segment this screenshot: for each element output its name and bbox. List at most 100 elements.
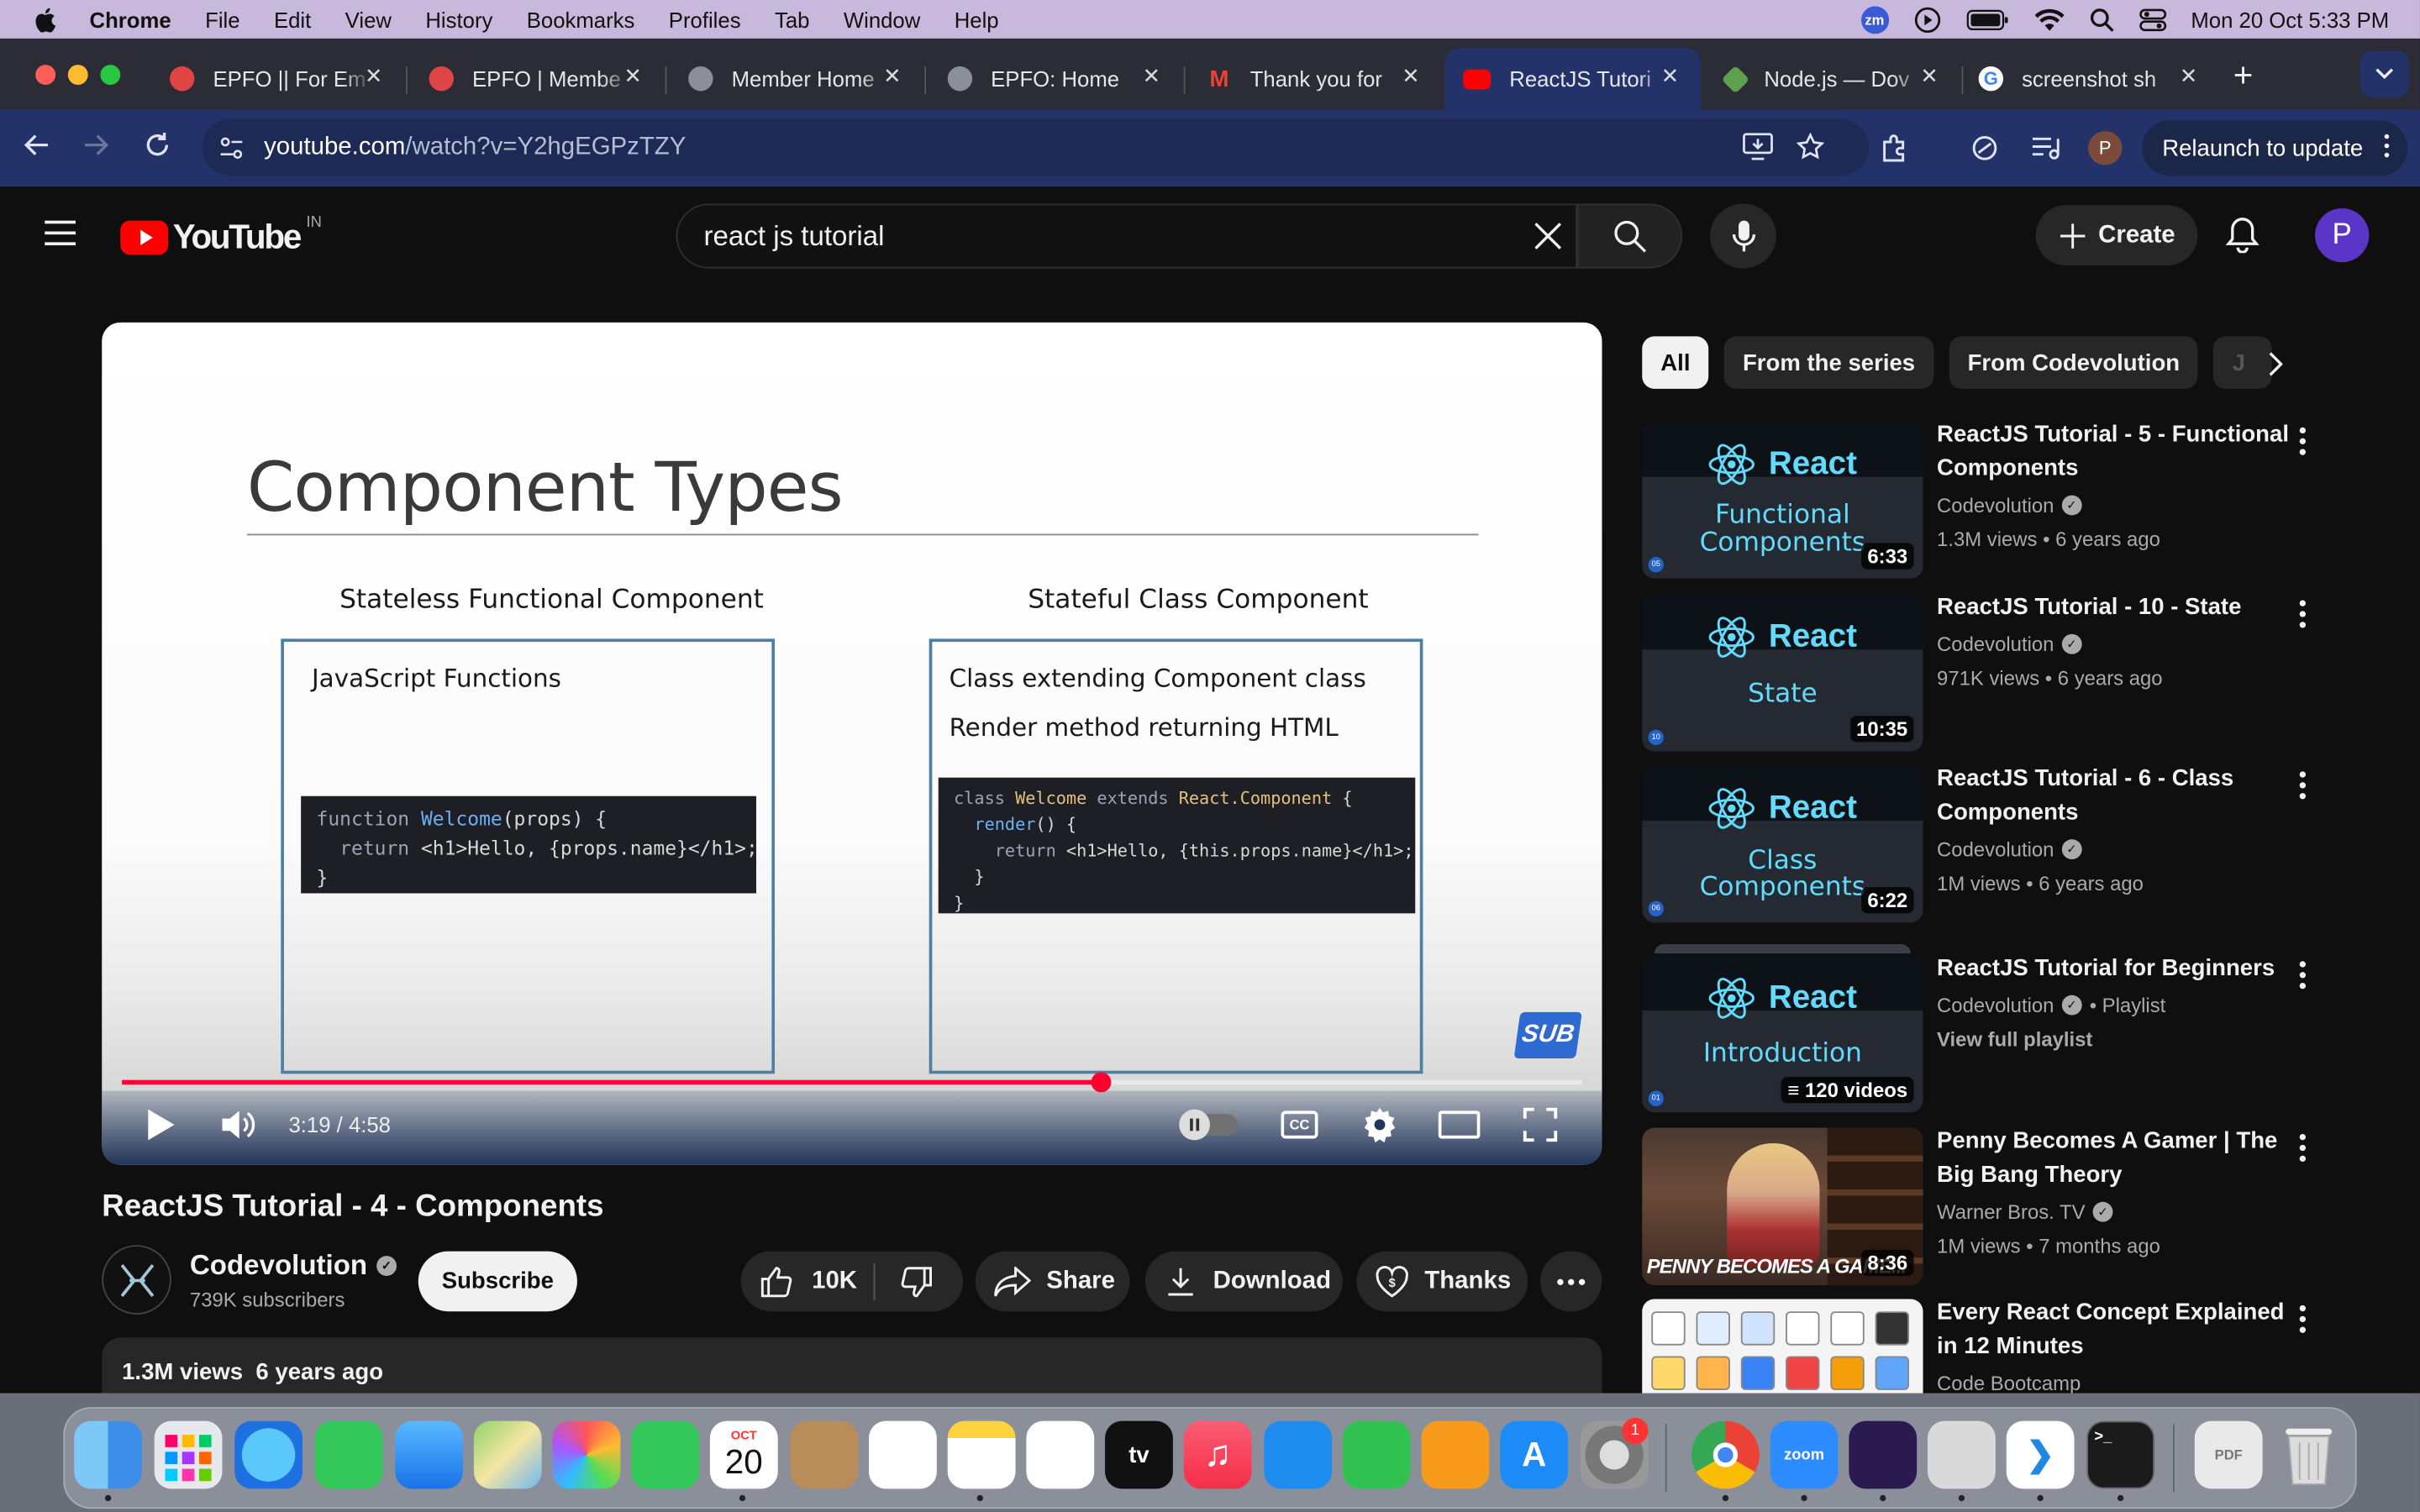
pdf-document-icon[interactable]: PDF bbox=[2194, 1420, 2263, 1489]
spotlight-search-icon[interactable] bbox=[2089, 7, 2113, 31]
autoplay-toggle[interactable] bbox=[1179, 1109, 1239, 1141]
settings-gear-icon[interactable] bbox=[1361, 1106, 1398, 1143]
menu-window[interactable]: Window bbox=[844, 7, 920, 31]
apple-icon[interactable] bbox=[34, 7, 56, 32]
notes-icon[interactable] bbox=[947, 1420, 1016, 1489]
subscribe-watermark[interactable]: SUB bbox=[1513, 1011, 1582, 1058]
close-tab-icon[interactable]: ✕ bbox=[883, 63, 902, 89]
chip-more[interactable]: J bbox=[2213, 336, 2273, 389]
video-thumbnail[interactable]: React State 10 10:35 bbox=[1642, 594, 1923, 752]
more-vert-icon[interactable] bbox=[2291, 427, 2315, 455]
create-button[interactable]: Create bbox=[2035, 205, 2198, 265]
channel-avatar[interactable] bbox=[102, 1245, 171, 1315]
tab-search-button[interactable] bbox=[2360, 50, 2410, 97]
battery-icon[interactable] bbox=[1965, 8, 2008, 30]
close-tab-icon[interactable]: ✕ bbox=[1661, 63, 1680, 89]
search-input[interactable] bbox=[703, 219, 1507, 253]
zoom-app-icon[interactable]: zoom bbox=[1770, 1420, 1839, 1489]
progress-bar[interactable] bbox=[122, 1072, 1582, 1093]
search-button[interactable] bbox=[1577, 203, 1683, 269]
trash-icon[interactable] bbox=[2275, 1421, 2343, 1489]
browser-tab[interactable]: Member Home ✕ bbox=[666, 48, 923, 109]
facetime-icon[interactable] bbox=[631, 1420, 700, 1489]
related-video-item[interactable]: React Functional Components 05 6:33 Reac… bbox=[1642, 421, 2383, 579]
close-tab-icon[interactable]: ✕ bbox=[1402, 63, 1420, 89]
extension-icon[interactable] bbox=[1970, 134, 1998, 162]
menu-profiles[interactable]: Profiles bbox=[669, 7, 741, 31]
more-vert-icon[interactable] bbox=[2291, 771, 2315, 800]
related-playlist-title[interactable]: ReactJS Tutorial for Beginners bbox=[1937, 952, 2291, 985]
menu-history[interactable]: History bbox=[425, 7, 492, 31]
browser-tab[interactable]: G screenshot sh ✕ bbox=[1963, 48, 2219, 109]
preview-icon[interactable] bbox=[1928, 1420, 1996, 1489]
launchpad-icon[interactable] bbox=[154, 1420, 223, 1489]
new-tab-icon[interactable]: + bbox=[2233, 55, 2254, 96]
window-zoom-button[interactable] bbox=[100, 65, 121, 86]
like-button[interactable]: 10K bbox=[741, 1252, 874, 1312]
address-bar[interactable]: youtube.com/watch?v=Y2hgEGPzTZY bbox=[202, 118, 1870, 176]
related-video-item[interactable]: PENNY BECOMES A GAME... 8:36 Penny Becom… bbox=[1642, 1125, 2383, 1285]
related-video-item[interactable]: React State 10 10:35 ReactJS Tutorial - … bbox=[1642, 591, 2383, 752]
forward-arrow-icon[interactable] bbox=[82, 131, 109, 159]
video-thumbnail[interactable]: React Class Components 06 6:22 bbox=[1642, 765, 1923, 923]
calendar-icon[interactable]: OCT 20 bbox=[709, 1420, 778, 1489]
close-tab-icon[interactable]: ✕ bbox=[624, 63, 643, 89]
subscribe-button[interactable]: Subscribe bbox=[418, 1251, 577, 1312]
chip-from-the-series[interactable]: From the series bbox=[1723, 336, 1934, 389]
more-actions-button[interactable] bbox=[1540, 1251, 1602, 1312]
play-icon[interactable] bbox=[145, 1108, 176, 1142]
channel-name-text[interactable]: Codevolution bbox=[190, 1250, 367, 1283]
volume-icon[interactable] bbox=[221, 1108, 258, 1142]
browser-tab-active[interactable]: ReactJS Tutori ✕ bbox=[1444, 47, 1702, 110]
related-video-channel[interactable]: Codevolution ✓ bbox=[1937, 494, 2082, 517]
app-store-icon[interactable]: A bbox=[1500, 1420, 1569, 1489]
more-vert-icon[interactable] bbox=[2291, 1133, 2315, 1163]
menubar-app-name[interactable]: Chrome bbox=[90, 7, 171, 31]
share-button[interactable]: Share bbox=[975, 1251, 1130, 1312]
reminders-icon[interactable] bbox=[869, 1420, 937, 1489]
related-video-title[interactable]: Every React Concept Explained in 12 Minu… bbox=[1937, 1296, 2291, 1364]
obsidian-icon[interactable] bbox=[1849, 1420, 1918, 1489]
music-icon[interactable]: ♫ bbox=[1183, 1420, 1252, 1489]
menu-view[interactable]: View bbox=[345, 7, 392, 31]
menu-help[interactable]: Help bbox=[955, 7, 999, 31]
relaunch-to-update-button[interactable]: Relaunch to update bbox=[2142, 120, 2408, 176]
thanks-button[interactable]: $ Thanks bbox=[1356, 1251, 1528, 1312]
menu-bookmarks[interactable]: Bookmarks bbox=[527, 7, 635, 31]
photos-icon[interactable] bbox=[552, 1420, 621, 1489]
related-video-channel[interactable]: Codevolution ✓ bbox=[1937, 633, 2082, 656]
related-video-title[interactable]: Penny Becomes A Gamer | The Big Bang The… bbox=[1937, 1125, 2291, 1193]
maps-icon[interactable] bbox=[473, 1420, 542, 1489]
close-tab-icon[interactable]: ✕ bbox=[1143, 63, 1161, 89]
dislike-button[interactable] bbox=[875, 1252, 934, 1312]
related-video-title[interactable]: ReactJS Tutorial - 10 - State bbox=[1937, 591, 2291, 624]
keynote-icon[interactable] bbox=[1264, 1420, 1333, 1489]
related-video-channel[interactable]: Code Bootcamp bbox=[1937, 1372, 2081, 1395]
related-video-channel[interactable]: Codevolution ✓ bbox=[1937, 837, 2082, 861]
menubar-clock[interactable]: Mon 20 Oct 5:33 PM bbox=[2191, 7, 2389, 31]
mail-icon[interactable] bbox=[395, 1420, 464, 1489]
clear-search-icon[interactable] bbox=[1533, 221, 1564, 252]
browser-tab[interactable]: M Thank you for ✕ bbox=[1186, 48, 1442, 109]
reload-icon[interactable] bbox=[144, 131, 171, 159]
wifi-icon[interactable] bbox=[2033, 7, 2065, 31]
fullscreen-icon[interactable] bbox=[1523, 1107, 1558, 1142]
more-vert-icon[interactable] bbox=[2291, 600, 2315, 628]
finder-icon[interactable] bbox=[74, 1420, 142, 1489]
browser-tab[interactable]: Node.js — Dov ✕ bbox=[1704, 48, 1960, 109]
browser-tab[interactable]: EPFO || For Em ✕ bbox=[148, 48, 404, 109]
more-vert-icon[interactable] bbox=[2291, 961, 2315, 990]
related-video-title[interactable]: ReactJS Tutorial - 6 - Class Components bbox=[1937, 762, 2291, 830]
vscode-icon[interactable]: ❯ bbox=[2006, 1420, 2075, 1489]
close-tab-icon[interactable]: ✕ bbox=[1920, 63, 1939, 89]
numbers-icon[interactable] bbox=[1342, 1420, 1411, 1489]
guide-menu-icon[interactable] bbox=[45, 220, 76, 254]
window-close-button[interactable] bbox=[35, 65, 56, 86]
menu-edit[interactable]: Edit bbox=[274, 7, 311, 31]
youtube-logo[interactable]: YouTube IN bbox=[120, 213, 322, 258]
browser-tab[interactable]: EPFO: Home ✕ bbox=[926, 48, 1182, 109]
menu-tab[interactable]: Tab bbox=[775, 7, 809, 31]
related-video-channel[interactable]: Warner Bros. TV ✓ bbox=[1937, 1200, 2113, 1224]
bookmark-star-icon[interactable] bbox=[1796, 132, 1824, 160]
notifications-bell-icon[interactable] bbox=[2225, 216, 2260, 254]
